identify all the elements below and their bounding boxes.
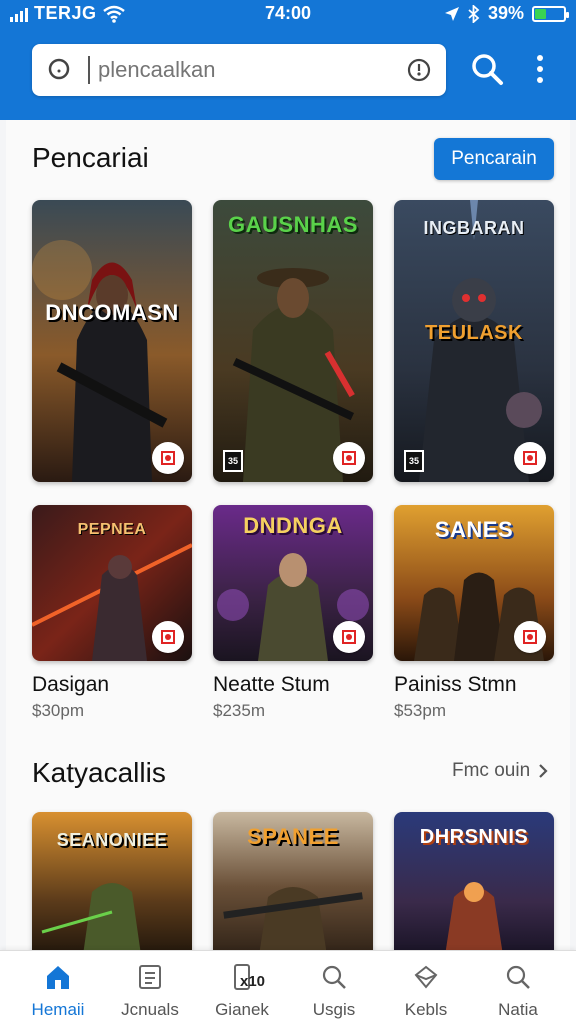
game-cover-art <box>213 200 373 482</box>
heart-icon <box>523 451 537 465</box>
nav-label: Gianek <box>215 1000 269 1019</box>
favorite-button[interactable] <box>333 442 365 474</box>
game-price: $53pm <box>394 701 446 720</box>
game-card[interactable]: SPANEE <box>213 812 373 962</box>
status-bar: TERJG 74:00 39% <box>0 0 576 28</box>
favorite-button[interactable] <box>152 442 184 474</box>
see-all-link[interactable]: Fmc ouin <box>452 760 548 782</box>
nav-label: Jcnuals <box>121 1000 179 1019</box>
chevron-right-icon <box>539 764 548 778</box>
nav-label: Natia <box>498 1000 538 1019</box>
favorite-button[interactable] <box>152 621 184 653</box>
game-logo: PEPNEA <box>77 521 147 538</box>
search-input[interactable] <box>88 56 378 84</box>
heart-icon <box>342 451 356 465</box>
game-logo: SPANEE <box>247 824 339 849</box>
game-card[interactable]: DNDNGA <box>213 505 373 661</box>
age-rating-badge: 35 <box>223 450 243 472</box>
nav-label: Hemaii <box>31 1000 85 1019</box>
bluetooth-icon <box>468 4 480 23</box>
app-header: TERJG 74:00 39% <box>0 0 576 120</box>
game-logo: INGBARAN <box>423 218 525 238</box>
game-logo: SANES <box>434 517 514 542</box>
game-card[interactable]: DNCOMASN <box>32 200 192 482</box>
search-icon <box>506 965 530 989</box>
game-card[interactable]: SEANONIEE <box>32 812 192 962</box>
game-title[interactable]: Neatte Stum <box>213 673 330 697</box>
game-card[interactable]: INGBARAN TEULASK 35 <box>394 200 554 482</box>
game-logo: DNDNGA <box>243 513 343 538</box>
heart-icon <box>523 630 537 644</box>
game-logo: DNCOMASN <box>45 300 179 325</box>
search-box[interactable] <box>32 44 446 96</box>
search-icon <box>322 965 346 989</box>
nav-badge: x10 <box>240 973 266 990</box>
section-title: Katyacallis <box>32 757 166 788</box>
game-logo: DHRSNNIS <box>419 826 529 848</box>
nav-item-home[interactable]: Hemaii <box>10 951 106 1024</box>
battery-icon <box>532 5 569 22</box>
nav-item-natia[interactable]: Natia <box>470 951 566 1024</box>
heart-icon <box>342 630 356 644</box>
favorite-button[interactable] <box>514 621 546 653</box>
section-title: Pencariai <box>32 142 149 173</box>
location-icon <box>444 6 459 21</box>
search-icon <box>48 58 70 80</box>
game-price: $235m <box>213 701 265 720</box>
game-card[interactable]: PEPNEA <box>32 505 192 661</box>
favorite-button[interactable] <box>333 621 365 653</box>
bottom-navigation: Hemaii Jcnuals x10 Gianek Usgis Kebls Na… <box>0 950 576 1024</box>
favorite-button[interactable] <box>514 442 546 474</box>
nav-item-games[interactable]: x10 Gianek <box>194 951 290 1024</box>
nav-item-search[interactable]: Usgis <box>286 951 382 1024</box>
nav-item-labels[interactable]: Kebls <box>378 951 474 1024</box>
list-icon <box>139 965 161 989</box>
game-card[interactable]: SANES <box>394 505 554 661</box>
game-logo: GAUSNHAS <box>228 212 358 237</box>
search-icon[interactable] <box>470 52 504 86</box>
game-card[interactable]: GAUSNHAS 35 <box>213 200 373 482</box>
heart-icon <box>161 630 175 644</box>
voice-search-icon[interactable] <box>406 57 432 83</box>
age-rating-badge: 35 <box>404 450 424 472</box>
game-cover-art <box>32 200 192 482</box>
game-title[interactable]: Painiss Stmn <box>394 673 517 697</box>
heart-icon <box>161 451 175 465</box>
tag-icon <box>414 965 438 989</box>
more-options-icon[interactable] <box>528 52 552 86</box>
game-logo-subtitle: TEULASK <box>425 322 523 344</box>
game-logo: SEANONIEE <box>56 830 168 850</box>
game-price: $30pm <box>32 701 84 720</box>
battery-percent: 39% <box>487 3 524 23</box>
game-title[interactable]: Dasigan <box>32 673 109 697</box>
see-all-label: Fmc ouin <box>452 760 531 781</box>
home-icon <box>47 966 69 989</box>
nav-item-journals[interactable]: Jcnuals <box>102 951 198 1024</box>
game-card[interactable]: DHRSNNIS <box>394 812 554 962</box>
search-action-button[interactable]: Pencarain <box>434 138 554 180</box>
nav-label: Usgis <box>312 1000 356 1019</box>
nav-label: Kebls <box>404 1000 448 1019</box>
